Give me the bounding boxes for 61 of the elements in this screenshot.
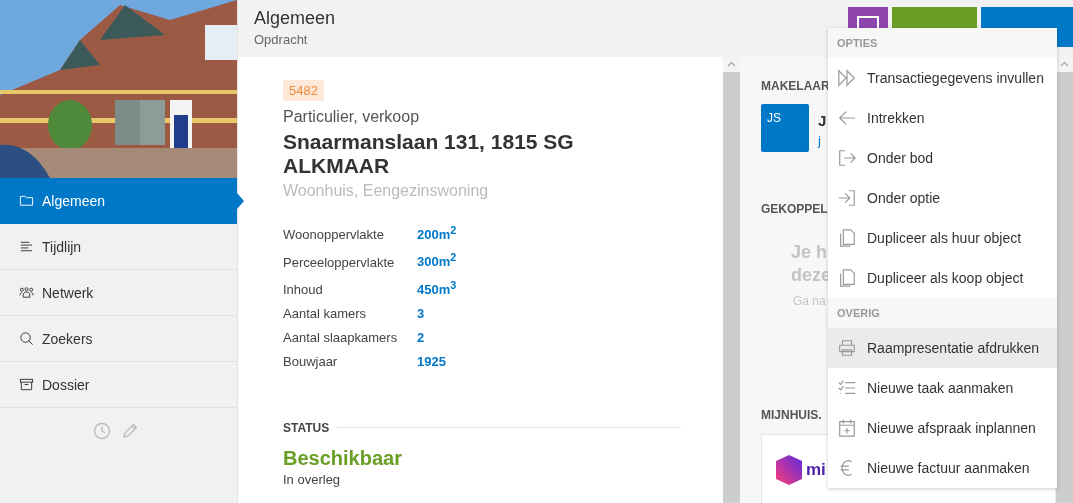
page-title: Algemeen	[254, 8, 336, 29]
agent-email[interactable]: j	[818, 133, 827, 148]
menu-item[interactable]: Nieuwe factuur aanmaken	[828, 448, 1057, 488]
menu-heading: OVERIG	[828, 298, 1057, 328]
id-badge: 5482	[283, 80, 324, 101]
scrollbar[interactable]	[723, 57, 740, 503]
menu-item[interactable]: Transactiegegevens invullen	[828, 58, 1057, 98]
property-category: Woonhuis, Eengezinswoning	[283, 182, 490, 200]
exit-icon	[837, 148, 857, 168]
menu-item[interactable]: Nieuwe afspraak inplannen	[828, 408, 1057, 448]
menu-item[interactable]: Nieuwe taak aanmaken	[828, 368, 1057, 408]
copy-icon	[837, 228, 857, 248]
substatus-text: In overleg	[283, 472, 342, 487]
spec-label: Inhoud	[283, 282, 324, 297]
list-icon	[19, 239, 34, 254]
nav-item[interactable]: Algemeen	[0, 178, 237, 224]
property-type: Particulier, verkoop	[283, 108, 421, 126]
menu-item[interactable]: Raampresentatie afdrukken	[828, 328, 1057, 368]
nav-item[interactable]: Zoekers	[0, 316, 237, 362]
copy-icon	[837, 268, 857, 288]
spec-value: 3	[417, 306, 426, 321]
section-heading: GEKOPPEL	[761, 202, 829, 216]
logo-icon	[776, 455, 802, 485]
menu-item[interactable]: Intrekken	[828, 98, 1057, 138]
logo-text: mi	[806, 460, 826, 480]
spec-label: Aantal kamers	[283, 306, 368, 321]
section-heading: STATUS	[283, 421, 330, 435]
arrow-left-icon	[837, 108, 857, 128]
spec-label: Perceeloppervlakte	[283, 254, 396, 270]
folder-icon	[19, 193, 34, 208]
spec-value: 300m$^{2}$	[417, 251, 458, 270]
pencil-icon[interactable]	[120, 422, 139, 440]
spec-label: Aantal slaapkamers	[283, 330, 399, 345]
menu-item[interactable]: Dupliceer als huur object	[828, 218, 1057, 258]
agent-name: J	[818, 112, 827, 129]
menu-item[interactable]: Onder bod	[828, 138, 1057, 178]
nav-item[interactable]: Dossier	[0, 362, 237, 408]
nav-item[interactable]: Tijdlijn	[0, 224, 237, 270]
menu-heading: OPTIES	[828, 28, 1057, 58]
page-subtitle: Opdracht	[254, 32, 309, 47]
printer-icon	[837, 338, 857, 358]
nav-item[interactable]: Netwerk	[0, 270, 237, 316]
spec-value: 450m$^{3}$	[417, 278, 458, 297]
menu-item[interactable]: Dupliceer als koop object	[828, 258, 1057, 298]
property-address: Snaarmanslaan 131, 1815 SG ALKMAAR	[283, 130, 575, 178]
spec-value: 2	[417, 330, 426, 345]
spec-value: 200m$^{2}$	[417, 224, 458, 243]
spec-value: 1925	[417, 354, 447, 369]
spec-label: Woonoppervlakte	[283, 227, 385, 243]
status-text: Beschikbaar	[283, 447, 403, 470]
menu-item[interactable]: Onder optie	[828, 178, 1057, 218]
archive-icon	[19, 377, 34, 392]
enter-icon	[837, 188, 857, 208]
fast-forward-icon	[837, 68, 857, 88]
calendar-icon	[837, 418, 857, 438]
search-icon	[19, 331, 34, 346]
spec-label: Bouwjaar	[283, 354, 339, 369]
section-heading: MIJNHUIS.	[761, 408, 823, 422]
people-icon	[19, 285, 34, 300]
avatar: JS	[761, 104, 809, 152]
clock-icon[interactable]	[92, 422, 111, 440]
